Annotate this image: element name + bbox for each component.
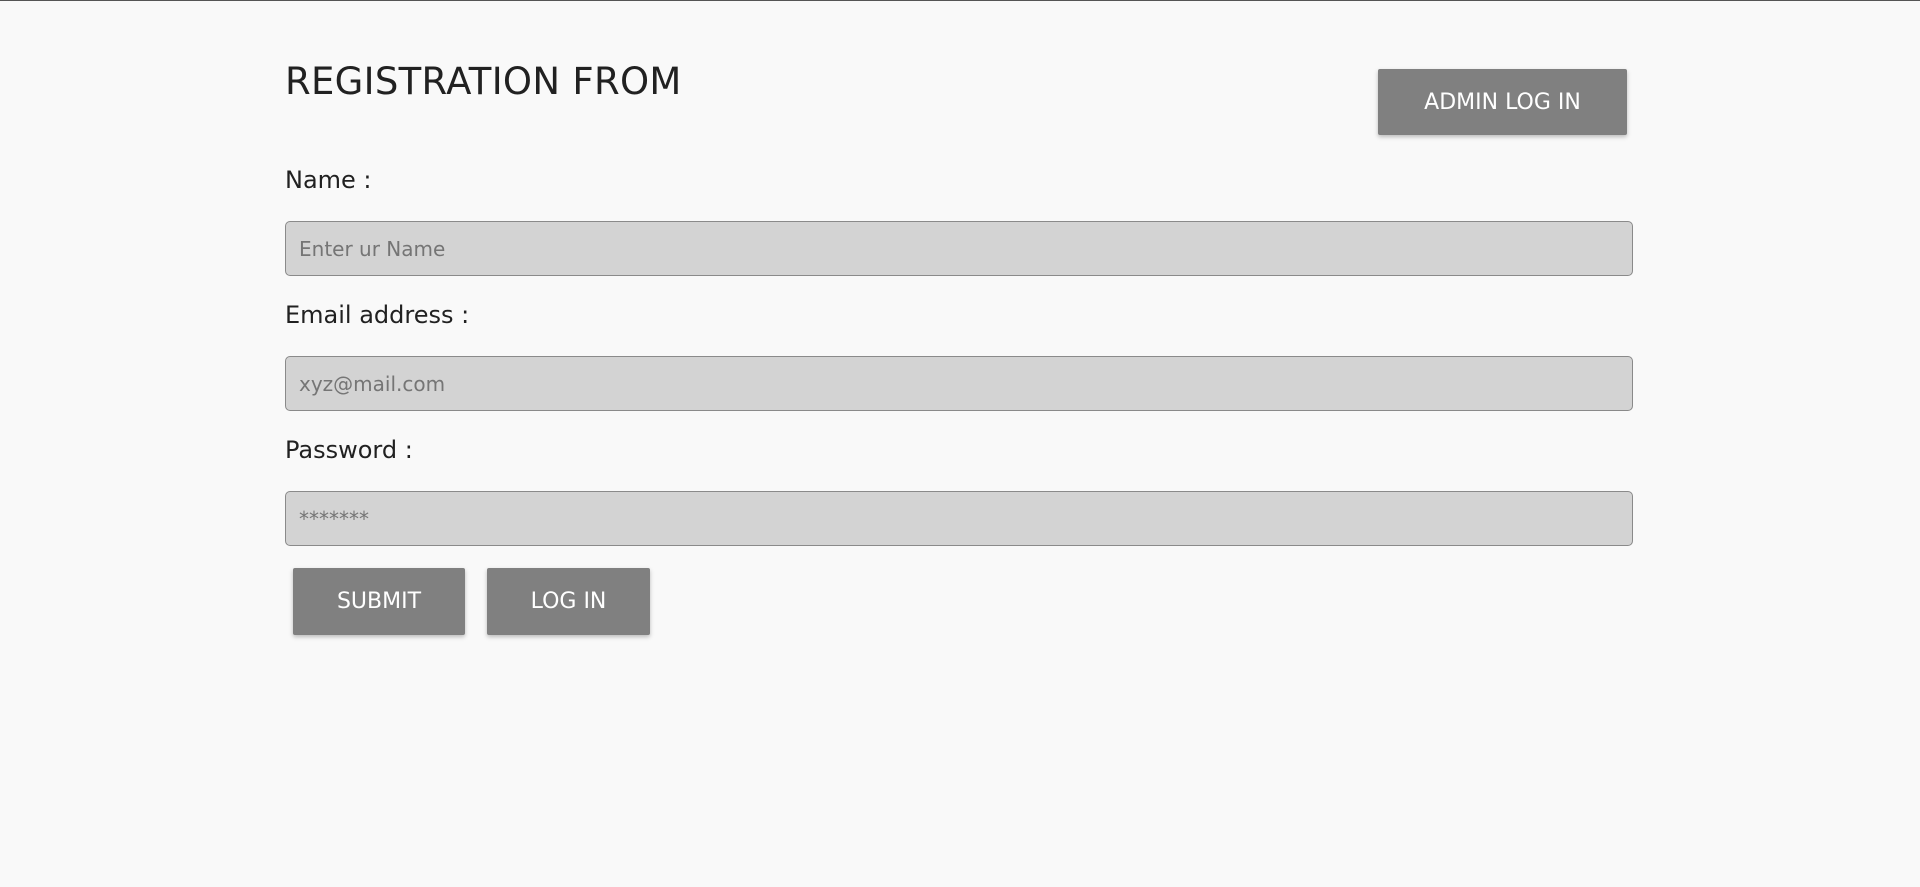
page-title: REGISTRATION FROM — [285, 60, 682, 103]
submit-button[interactable]: SUBMIT — [293, 568, 465, 635]
password-label: Password : — [285, 436, 413, 464]
name-label: Name : — [285, 166, 372, 194]
admin-login-button[interactable]: ADMIN LOG IN — [1378, 69, 1627, 135]
password-input[interactable] — [285, 491, 1633, 546]
email-input[interactable] — [285, 356, 1633, 411]
login-button[interactable]: LOG IN — [487, 568, 650, 635]
email-label: Email address : — [285, 301, 470, 329]
registration-page: REGISTRATION FROM ADMIN LOG IN Name : Em… — [285, 0, 1635, 887]
name-input[interactable] — [285, 221, 1633, 276]
